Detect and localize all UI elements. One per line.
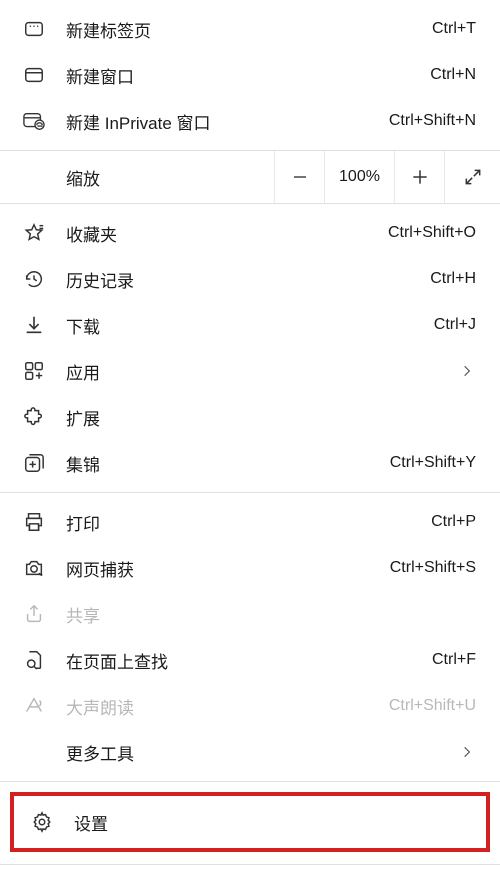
menu-label: 应用 bbox=[66, 359, 458, 384]
zoom-value: 100% bbox=[324, 151, 394, 203]
menu-label: 收藏夹 bbox=[66, 221, 388, 246]
menu-item-new-inprivate[interactable]: 新建 InPrivate 窗口 Ctrl+Shift+N bbox=[0, 98, 500, 144]
menu-label: 共享 bbox=[66, 602, 476, 627]
menu-label: 新建 InPrivate 窗口 bbox=[66, 109, 389, 134]
menu-item-more-tools[interactable]: 更多工具 bbox=[0, 729, 500, 775]
menu-label: 新建标签页 bbox=[66, 17, 432, 42]
menu-item-settings[interactable]: 设置 bbox=[14, 796, 486, 848]
menu-item-extensions[interactable]: 扩展 bbox=[0, 394, 500, 440]
menu-item-new-window[interactable]: 新建窗口 Ctrl+N bbox=[0, 52, 500, 98]
chevron-right-icon bbox=[458, 362, 476, 380]
apps-icon bbox=[20, 357, 48, 385]
share-icon bbox=[20, 600, 48, 628]
menu-shortcut: Ctrl+P bbox=[431, 513, 476, 531]
star-icon bbox=[20, 219, 48, 247]
menu-item-print[interactable]: 打印 Ctrl+P bbox=[0, 499, 500, 545]
window-icon bbox=[20, 61, 48, 89]
menu-group-settings: 设置 bbox=[0, 782, 500, 865]
menu-shortcut: Ctrl+Shift+O bbox=[388, 224, 476, 242]
fullscreen-button[interactable] bbox=[444, 151, 500, 203]
menu-label: 大声朗读 bbox=[66, 694, 389, 719]
menu-item-share: 共享 bbox=[0, 591, 500, 637]
zoom-out-button[interactable] bbox=[274, 151, 324, 203]
menu-item-web-capture[interactable]: 网页捕获 Ctrl+Shift+S bbox=[0, 545, 500, 591]
menu-item-find[interactable]: 在页面上查找 Ctrl+F bbox=[0, 637, 500, 683]
download-icon bbox=[20, 311, 48, 339]
zoom-row: 缩放 100% bbox=[0, 151, 500, 203]
menu-label: 在页面上查找 bbox=[66, 648, 432, 673]
printer-icon bbox=[20, 508, 48, 536]
zoom-label: 缩放 bbox=[66, 165, 274, 190]
menu-shortcut: Ctrl+Shift+Y bbox=[390, 454, 476, 472]
gear-icon bbox=[28, 808, 56, 836]
menu-label: 历史记录 bbox=[66, 267, 430, 292]
menu-item-new-tab[interactable]: 新建标签页 Ctrl+T bbox=[0, 6, 500, 52]
find-on-page-icon bbox=[20, 646, 48, 674]
menu-label: 扩展 bbox=[66, 405, 476, 430]
history-icon bbox=[20, 265, 48, 293]
menu-label: 网页捕获 bbox=[66, 556, 390, 581]
zoom-in-button[interactable] bbox=[394, 151, 444, 203]
chevron-right-icon bbox=[458, 743, 476, 761]
menu-label: 集锦 bbox=[66, 451, 390, 476]
menu-label: 设置 bbox=[74, 810, 462, 835]
new-tab-icon bbox=[20, 15, 48, 43]
puzzle-icon bbox=[20, 403, 48, 431]
menu-shortcut: Ctrl+H bbox=[430, 270, 476, 288]
menu-shortcut: Ctrl+N bbox=[430, 66, 476, 84]
menu-item-collections[interactable]: 集锦 Ctrl+Shift+Y bbox=[0, 440, 500, 486]
collections-icon bbox=[20, 449, 48, 477]
menu-group-zoom: 缩放 100% bbox=[0, 151, 500, 204]
menu-shortcut: Ctrl+Shift+U bbox=[389, 697, 476, 715]
annotation-highlight: 设置 bbox=[10, 792, 490, 852]
menu-group-windows: 新建标签页 Ctrl+T 新建窗口 Ctrl+N 新 bbox=[0, 0, 500, 151]
menu-label: 打印 bbox=[66, 510, 431, 535]
menu-item-read-aloud: 大声朗读 Ctrl+Shift+U bbox=[0, 683, 500, 729]
menu-item-favorites[interactable]: 收藏夹 Ctrl+Shift+O bbox=[0, 210, 500, 256]
inprivate-window-icon bbox=[20, 107, 48, 135]
menu-group-browse: 收藏夹 Ctrl+Shift+O 历史记录 Ctrl+H bbox=[0, 204, 500, 493]
read-aloud-icon bbox=[20, 692, 48, 720]
menu-shortcut: Ctrl+Shift+S bbox=[390, 559, 476, 577]
camera-icon bbox=[20, 554, 48, 582]
menu-item-apps[interactable]: 应用 bbox=[0, 348, 500, 394]
menu-group-tools: 打印 Ctrl+P 网页捕获 Ctrl+Shift+S 共享 bbox=[0, 493, 500, 782]
menu-label: 更多工具 bbox=[66, 740, 458, 765]
menu-shortcut: Ctrl+F bbox=[432, 651, 476, 669]
menu-label: 新建窗口 bbox=[66, 63, 430, 88]
menu-shortcut: Ctrl+J bbox=[434, 316, 476, 334]
menu-item-downloads[interactable]: 下载 Ctrl+J bbox=[0, 302, 500, 348]
menu-item-history[interactable]: 历史记录 Ctrl+H bbox=[0, 256, 500, 302]
menu-shortcut: Ctrl+T bbox=[432, 20, 476, 38]
menu-label: 下载 bbox=[66, 313, 434, 338]
menu-shortcut: Ctrl+Shift+N bbox=[389, 112, 476, 130]
browser-main-menu: 新建标签页 Ctrl+T 新建窗口 Ctrl+N 新 bbox=[0, 0, 500, 865]
